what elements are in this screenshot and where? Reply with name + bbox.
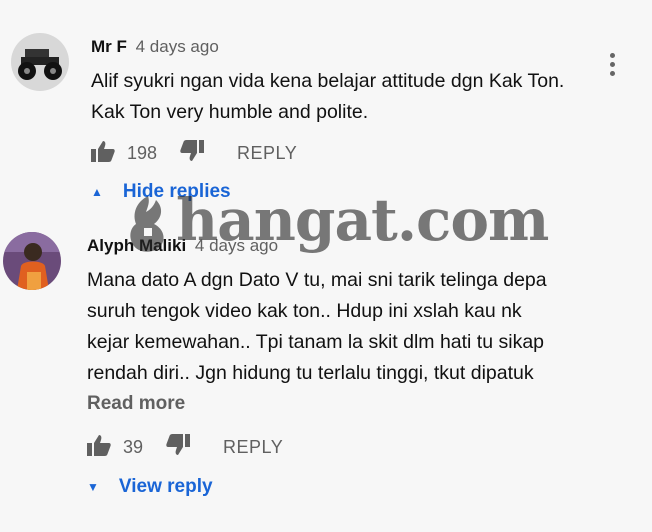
thumbs-down-icon[interactable] [180,140,205,167]
comment-text: Mana dato A dgn Dato V tu, mai sni tarik… [87,265,547,389]
caret-up-icon: ▲ [91,185,103,199]
comment-line: Kak Ton very humble and polite. [91,101,369,123]
view-reply-label: View reply [118,476,213,497]
watermark: hangat.com [176,186,549,254]
comment-line: suruh tengok video kak ton.. Hdup ini xs… [87,300,522,322]
thumbs-up-icon[interactable] [91,140,115,167]
comment-header: Mr F 4 days ago [91,37,219,57]
caret-down-icon: ▼ [87,480,99,494]
like-count: 39 [123,437,144,457]
view-reply-button[interactable]: ▼ View reply [87,476,213,498]
comment-line: rendah diri.. Jgn hidung tu terlalu ting… [87,362,534,384]
avatar[interactable] [11,33,69,91]
reply-button[interactable]: REPLY [223,437,283,458]
watermark-logo-icon [126,194,170,259]
avatar[interactable] [3,232,61,290]
reply-button[interactable]: REPLY [237,143,297,164]
comment-text: Alif syukri ngan vida kena belajar attit… [91,66,564,128]
watermark-text: hangat.com [176,186,549,254]
comment-line: kejar kemewahan.. Tpi tanam la skit dlm … [87,331,545,353]
comment-line: Alif syukri ngan vida kena belajar attit… [91,70,565,92]
comment-line: Mana dato A dgn Dato V tu, mai sni tarik… [87,269,547,291]
monster-truck-icon [11,33,69,91]
comment-actions: 198 REPLY [91,140,297,167]
thumbs-up-icon[interactable] [87,434,111,461]
author-name[interactable]: Mr F [91,37,127,56]
thumbs-down-icon[interactable] [166,434,191,461]
person-photo-icon [3,232,61,290]
read-more-link[interactable]: Read more [87,393,185,415]
more-options-icon[interactable] [602,53,622,83]
timestamp[interactable]: 4 days ago [136,37,219,56]
comment-actions: 39 REPLY [87,434,283,461]
like-count: 198 [127,143,158,163]
